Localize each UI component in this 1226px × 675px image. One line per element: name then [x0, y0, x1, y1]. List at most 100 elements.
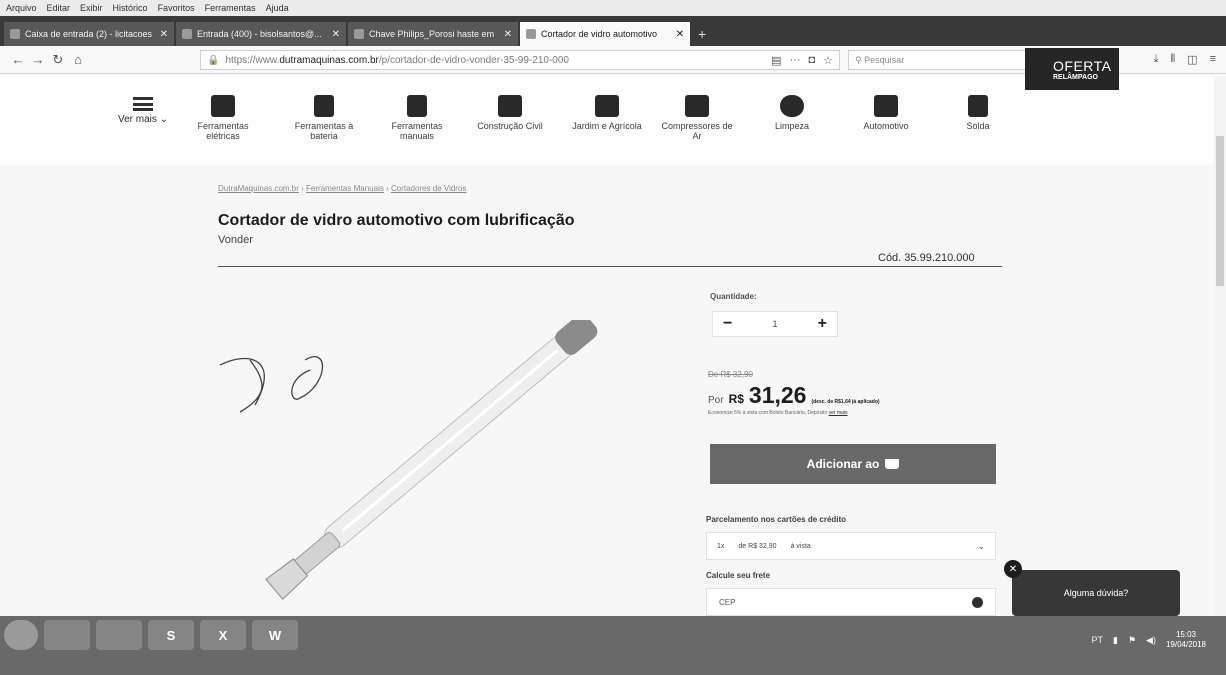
chevron-down-icon: ⌄: [977, 540, 985, 551]
mail-icon: [10, 29, 20, 39]
menu-item-exibir[interactable]: Exibir: [80, 3, 103, 13]
firefox-taskbar-icon[interactable]: [96, 620, 142, 650]
close-icon[interactable]: ✕: [676, 29, 684, 40]
time: 15:03: [1175, 630, 1196, 639]
oferta-subtitle: RELÂMPAGO: [1053, 73, 1098, 81]
close-icon[interactable]: ✕: [504, 29, 512, 40]
installments-select[interactable]: 1x de R$ 32,90 à vista ⌄: [706, 532, 996, 560]
quantity-input[interactable]: 1: [772, 319, 777, 329]
price-row: Por R$ 31,26 (desc. de R$1,64 já aplicad…: [708, 382, 880, 409]
volume-icon[interactable]: ◀): [1146, 635, 1156, 646]
category-label: Automotivo: [863, 121, 909, 131]
breadcrumb-link[interactable]: DutraMaquinas.com.br: [218, 184, 299, 193]
reader-icon[interactable]: ▤: [771, 54, 781, 67]
download-icon[interactable]: ⤓: [1154, 53, 1159, 66]
back-icon[interactable]: ←: [8, 52, 28, 67]
browser-tab[interactable]: Caixa de entrada (2) - licitacoes ✕: [4, 22, 174, 46]
sidebar-icon[interactable]: ◫: [1187, 53, 1197, 66]
network-icon[interactable]: ▮: [1113, 635, 1118, 646]
url-domain: dutramaquinas.com.br: [279, 54, 379, 66]
os-taskbar: S X W PT ▮ ⚑ ◀) 15:03 19/04/2018: [0, 616, 1226, 675]
car-seat-icon: [874, 95, 898, 117]
search-box[interactable]: ⚲ Pesquisar: [848, 50, 1038, 70]
category-label: Ferramentas elétricas: [197, 121, 249, 141]
start-button[interactable]: [4, 620, 38, 650]
new-tab-icon[interactable]: +: [698, 26, 706, 42]
bucket-icon: [780, 95, 804, 117]
category-limpeza[interactable]: Limpeza: [752, 95, 832, 131]
cart-icon: [885, 459, 900, 469]
home-icon[interactable]: ⌂: [68, 52, 88, 67]
browser-menubar: Arquivo Editar Exibir Histórico Favorito…: [0, 0, 1226, 16]
installment-count: 1x: [717, 542, 725, 550]
pocket-icon[interactable]: ◘: [808, 54, 815, 67]
menu-item-favoritos[interactable]: Favoritos: [158, 3, 195, 13]
submit-cep-icon[interactable]: [972, 596, 983, 608]
plus-icon[interactable]: +: [818, 315, 827, 333]
browser-taskbar-icon[interactable]: [44, 620, 90, 650]
add-to-cart-label: Adicionar ao: [806, 457, 880, 471]
flag-icon[interactable]: ⚑: [1128, 635, 1136, 646]
close-icon[interactable]: ✕: [332, 29, 340, 40]
category-ferramentas-eletricas[interactable]: Ferramentas elétricas: [183, 95, 263, 141]
category-label: Jardim e Agrícola: [572, 121, 642, 131]
frete-label: Calcule seu frete: [706, 571, 771, 580]
tab-title: Entrada (400) - bisolsantos@...: [197, 29, 322, 39]
compressor-icon: [685, 95, 709, 117]
menu-item-ajuda[interactable]: Ajuda: [266, 3, 289, 13]
old-price: De R$ 32,90: [708, 370, 753, 379]
chevron-down-icon: ⌄: [159, 114, 169, 125]
chrome-icon: [354, 29, 364, 39]
url-prefix: https://www.: [225, 54, 280, 66]
close-icon[interactable]: ✕: [1004, 560, 1022, 578]
page-scrollbar[interactable]: [1214, 76, 1226, 616]
ver-mais-link[interactable]: ver mais: [829, 410, 848, 416]
minus-icon[interactable]: −: [723, 315, 732, 333]
forward-icon[interactable]: →: [28, 52, 48, 67]
search-icon: ⚲: [855, 54, 865, 65]
chat-widget[interactable]: Alguma dúvida?: [1012, 570, 1180, 624]
product-code: Cód. 35.99.210.000: [878, 252, 975, 264]
word-taskbar-icon[interactable]: W: [252, 620, 298, 650]
category-ferramentas-manuais[interactable]: Ferramentas manuais: [377, 95, 457, 141]
category-compressores[interactable]: Compressores de Ar: [657, 95, 737, 141]
bookmark-star-icon[interactable]: ☆: [823, 54, 833, 67]
close-icon[interactable]: ✕: [160, 29, 168, 40]
browser-tab[interactable]: Entrada (400) - bisolsantos@... ✕: [176, 22, 346, 46]
category-label: Solda: [966, 121, 990, 131]
tab-title: Cortador de vidro automotivo: [541, 29, 658, 39]
browser-tab[interactable]: Chave Philips_Porosi haste em ✕: [348, 22, 518, 46]
ver-mais-menu[interactable]: Ver mais ⌄: [112, 97, 174, 125]
skype-taskbar-icon[interactable]: S: [148, 620, 194, 650]
reload-icon[interactable]: ↻: [48, 52, 68, 68]
system-tray: PT ▮ ⚑ ◀) 15:03 19/04/2018: [1091, 630, 1206, 650]
oferta-relampago-banner[interactable]: OFERTA RELÂMPAGO: [1025, 48, 1119, 90]
breadcrumb-link[interactable]: Cortadores de Vidros: [391, 184, 466, 193]
category-jardim-agricola[interactable]: Jardim e Agrícola: [567, 95, 647, 131]
quantity-label: Quantidade:: [710, 292, 757, 301]
menu-icon[interactable]: ≡: [1210, 53, 1216, 66]
installment-type: à vista: [790, 542, 811, 550]
scrollbar-thumb[interactable]: [1216, 136, 1224, 286]
menu-item-editar[interactable]: Editar: [47, 3, 71, 13]
add-to-cart-button[interactable]: Adicionar ao: [710, 444, 996, 484]
category-automotivo[interactable]: Automotivo: [846, 95, 926, 131]
cep-input[interactable]: CEP: [706, 588, 996, 616]
address-bar[interactable]: 🔒 https://www.dutramaquinas.com.br/p/cor…: [200, 50, 840, 70]
hamburger-icon: [133, 97, 153, 111]
language-indicator[interactable]: PT: [1091, 635, 1103, 645]
excel-taskbar-icon[interactable]: X: [200, 620, 246, 650]
category-construcao-civil[interactable]: Construção Civil: [470, 95, 550, 131]
battery-drill-icon: [314, 95, 334, 117]
library-icon[interactable]: ⫴: [1171, 53, 1176, 66]
breadcrumb-link[interactable]: Ferramentas Manuais: [306, 184, 384, 193]
menu-item-historico[interactable]: Histórico: [113, 3, 148, 13]
clock[interactable]: 15:03 19/04/2018: [1166, 630, 1206, 650]
more-icon[interactable]: ···: [789, 54, 800, 67]
category-solda[interactable]: Solda: [938, 95, 1018, 131]
menu-item-ferramentas[interactable]: Ferramentas: [205, 3, 256, 13]
menu-item-arquivo[interactable]: Arquivo: [6, 3, 37, 13]
browser-tab-active[interactable]: Cortador de vidro automotivo ✕: [520, 22, 690, 46]
category-ferramentas-bateria[interactable]: Ferramentas à bateria: [284, 95, 364, 141]
oferta-title: OFERTA: [1053, 57, 1112, 74]
